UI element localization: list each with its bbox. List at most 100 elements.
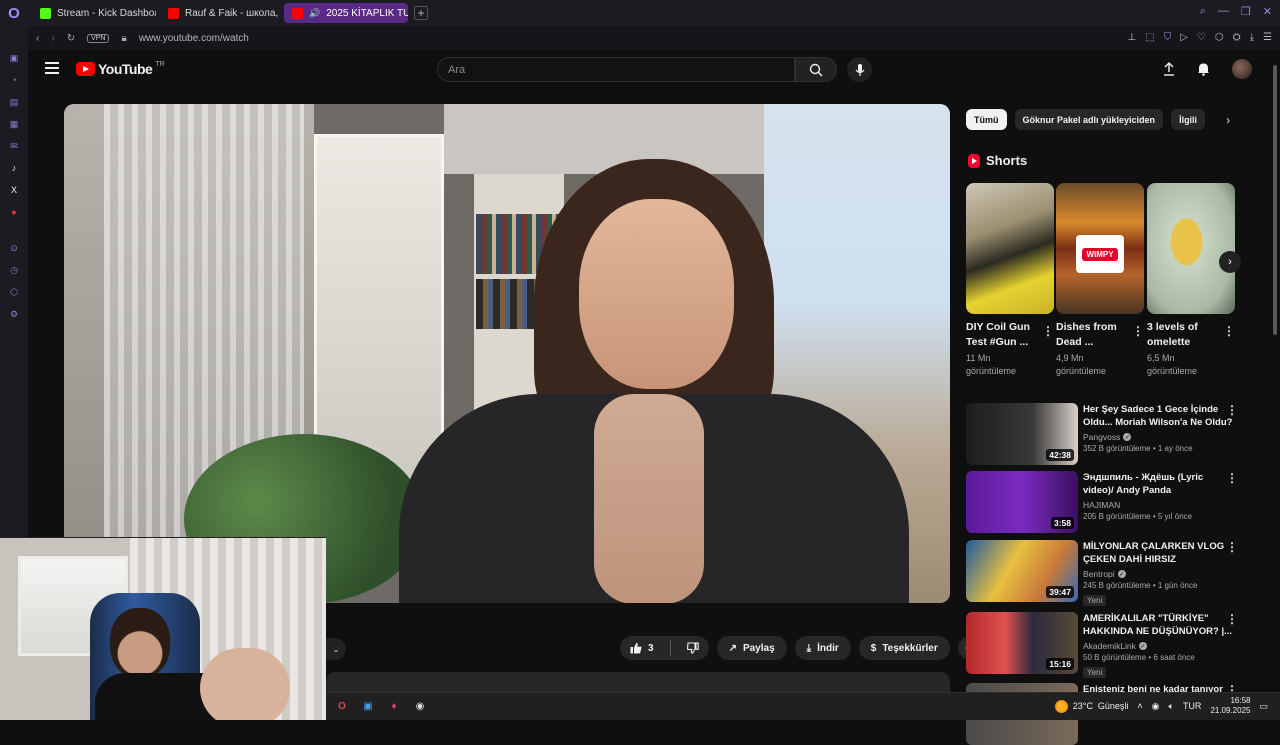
youtube-logo[interactable]: YouTube TR [76, 61, 165, 77]
like-button[interactable]: 3 [620, 636, 664, 660]
more-vertical-icon[interactable]: ⋮ [1226, 612, 1238, 626]
chevron-down-icon[interactable]: ⌄ [326, 638, 346, 660]
user-avatar[interactable] [1232, 59, 1252, 79]
language-indicator[interactable]: TUR [1183, 701, 1202, 711]
recommendation-item[interactable]: 39:47 MİLYONLAR ÇALARKEN VLOG ÇEKEN DAHİ… [966, 540, 1256, 606]
minimize-button[interactable]: — [1218, 5, 1229, 18]
extensions-icon[interactable]: ⬡ [1215, 32, 1224, 43]
download-icon[interactable]: ⤓ [1250, 32, 1254, 43]
menu-icon[interactable]: ☰ [1263, 32, 1272, 43]
x-icon[interactable]: X [8, 184, 20, 196]
notifications-bell-icon[interactable] [1197, 62, 1210, 76]
music-icon[interactable]: ● [8, 206, 20, 218]
tab-rauf-faik[interactable]: Rauf & Faik - школа, бер [160, 3, 280, 23]
video-thumbnail[interactable]: 39:47 [966, 540, 1078, 602]
chip-all[interactable]: Tümü [966, 109, 1007, 130]
obs-taskbar-icon[interactable]: ◉ [410, 697, 430, 717]
search-button[interactable] [795, 57, 837, 82]
shopping-icon[interactable]: ▤ [8, 96, 20, 108]
download-button[interactable]: ⤓ İndir [794, 636, 851, 660]
short-item[interactable]: DIY Coil Gun Test #Gun ... 11 Mn görüntü… [966, 183, 1054, 378]
voice-search-button[interactable] [847, 57, 872, 82]
share-button[interactable]: ↗ Paylaş [716, 636, 787, 660]
forward-icon[interactable]: › [51, 33, 54, 44]
recommendation-item[interactable]: 3:58 Эндшпиль - Ждёшь (Lyric video)/ And… [966, 471, 1256, 533]
recommendation-item[interactable]: 42:38 Her Şey Sadece 1 Gece İçinde Oldu.… [966, 403, 1256, 465]
recommendation-item[interactable]: 15:16 AMERİKALILAR "TÜRKİYE" HAKKINDA NE… [966, 612, 1256, 678]
opera-logo-icon[interactable]: O [0, 0, 28, 26]
shorts-next-button[interactable]: › [1219, 251, 1241, 273]
close-button[interactable]: ✕ [1263, 5, 1272, 18]
new-tab-button[interactable]: + [414, 6, 428, 20]
hamburger-menu-icon[interactable] [45, 62, 59, 74]
aria-icon[interactable]: ◔ [8, 74, 20, 86]
explorer-taskbar-icon[interactable]: ▣ [358, 697, 378, 717]
maximize-button[interactable]: ❐ [1241, 5, 1251, 18]
snapshot-icon[interactable]: ⬚ [1145, 32, 1154, 43]
video-title[interactable]: Эндшпиль - Ждёшь (Lyric video)/ Andy Pan… [1083, 471, 1233, 497]
location-icon[interactable]: ◉ [1152, 701, 1160, 712]
search-tabs-icon[interactable]: ⌕ [1200, 5, 1206, 18]
reload-icon[interactable]: ↻ [67, 33, 75, 44]
player-icon[interactable]: ⊙ [8, 242, 20, 254]
settings-icon[interactable]: ⚙ [8, 308, 20, 320]
short-item[interactable]: WIMPY Dishes from Dead ... 4,9 Mn görünt… [1056, 183, 1144, 378]
video-title[interactable]: MİLYONLAR ÇALARKEN VLOG ÇEKEN DAHİ HIRSI… [1083, 540, 1233, 566]
channel-name[interactable]: HAJIMAN [1083, 500, 1120, 510]
heart-icon[interactable]: ♡ [1197, 32, 1206, 43]
more-vertical-icon[interactable]: ⋮ [1226, 471, 1238, 485]
chevron-right-icon[interactable]: › [1219, 111, 1237, 129]
video-thumbnail[interactable]: 3:58 [966, 471, 1078, 533]
short-item[interactable]: 3 levels of omelette 6,5 Mn görüntüleme … [1147, 183, 1235, 378]
short-title[interactable]: Dishes from Dead ... [1056, 320, 1128, 350]
short-title[interactable]: DIY Coil Gun Test #Gun ... [966, 320, 1038, 350]
tiktok-icon[interactable]: ♪ [8, 162, 20, 174]
notifications-icon[interactable]: ▭ [1259, 701, 1268, 712]
more-vertical-icon[interactable]: ⋮ [1042, 324, 1054, 338]
thanks-button[interactable]: $ Teşekkürler [858, 636, 950, 660]
channel-name[interactable]: Pangvoss [1083, 432, 1120, 442]
weather-widget[interactable]: 23°C Güneşli [1054, 699, 1128, 713]
short-title[interactable]: 3 levels of omelette [1147, 320, 1219, 350]
video-title[interactable]: Her Şey Sadece 1 Gece İçinde Oldu... Mor… [1083, 403, 1233, 429]
upload-icon[interactable] [1163, 62, 1175, 76]
scrollbar-thumb[interactable] [1273, 65, 1277, 335]
short-thumbnail[interactable]: WIMPY [1056, 183, 1144, 314]
clock[interactable]: 16:58 21.09.2025 [1210, 696, 1250, 716]
search-input[interactable]: Ara [437, 57, 795, 82]
back-icon[interactable]: ‹ [36, 33, 39, 44]
pin-icon[interactable]: ⊥ [1128, 32, 1137, 43]
dislike-button[interactable] [677, 636, 709, 660]
app-taskbar-icon[interactable]: ♦ [384, 697, 404, 717]
more-vertical-icon[interactable]: ⋮ [1132, 324, 1144, 338]
profile-icon[interactable]: ⛭ [1233, 32, 1241, 43]
video-player[interactable] [64, 104, 950, 603]
play-icon[interactable]: ▷ [1180, 32, 1188, 43]
chevron-up-icon[interactable]: ˄ [1137, 701, 1142, 711]
mail-icon[interactable]: ✉ [8, 140, 20, 152]
video-thumbnail[interactable]: 15:16 [966, 612, 1078, 674]
more-vertical-icon[interactable]: ⋮ [1226, 540, 1238, 554]
shield-icon[interactable]: ⛉ [1164, 32, 1172, 43]
short-thumbnail[interactable] [966, 183, 1054, 314]
channel-name[interactable]: AkademikLink [1083, 641, 1136, 651]
page-scrollbar[interactable] [1270, 50, 1280, 690]
wallet-icon[interactable]: ▦ [8, 118, 20, 130]
more-vertical-icon[interactable]: ⋮ [1226, 403, 1238, 417]
extensions-icon[interactable]: ⬡ [8, 286, 20, 298]
chip-uploader[interactable]: Göknur Pakel adlı yükleyiciden [1014, 109, 1164, 130]
channel-name[interactable]: Bentropi [1083, 569, 1115, 579]
tab-kick-dashboard[interactable]: Stream - Kick Dashboard [32, 3, 156, 23]
video-title[interactable]: AMERİKALILAR "TÜRKİYE" HAKKINDA NE DÜŞÜN… [1083, 612, 1233, 638]
vpn-badge[interactable]: VPN [87, 33, 110, 43]
chip-related[interactable]: İlgili [1171, 109, 1206, 130]
volume-icon[interactable]: 🔈︎ [1169, 701, 1174, 712]
history-icon[interactable]: ◷ [8, 264, 20, 276]
more-vertical-icon[interactable]: ⋮ [1223, 324, 1235, 338]
opera-taskbar-icon[interactable]: O [332, 697, 352, 717]
url-field[interactable]: www.youtube.com/watch [139, 33, 249, 44]
video-thumbnail[interactable]: 42:38 [966, 403, 1078, 465]
tab-kitaplik-turu[interactable]: 🔊 2025 KİTAPLIK TURU [284, 3, 408, 23]
messenger-icon[interactable]: ▣ [8, 52, 20, 64]
short-thumbnail[interactable] [1147, 183, 1235, 314]
